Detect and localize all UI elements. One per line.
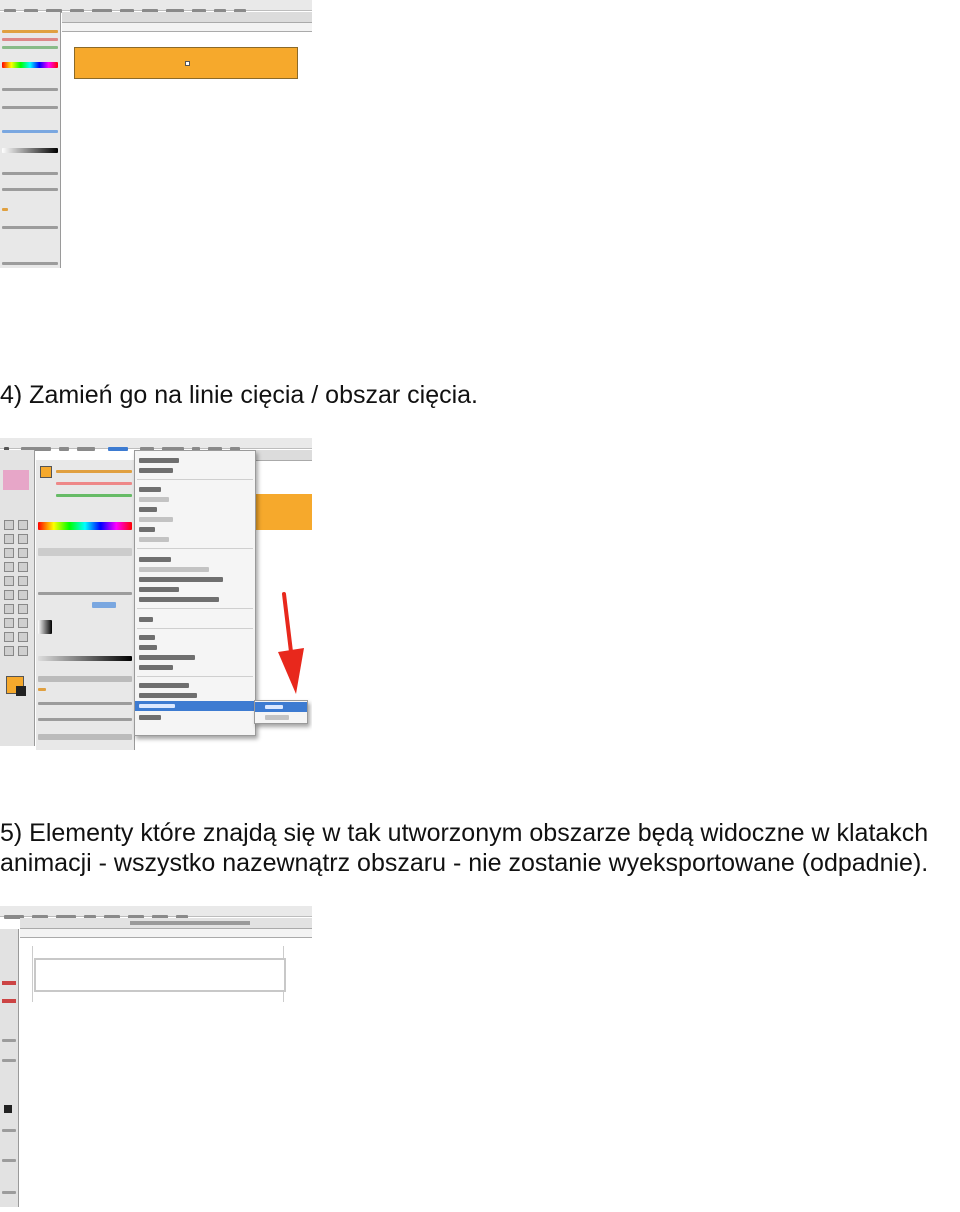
orange-rectangle[interactable] [74, 47, 298, 79]
make-menu-item[interactable] [255, 702, 307, 712]
object-menu[interactable] [134, 450, 256, 736]
screenshot-3 [0, 906, 312, 1208]
screenshot-2 [0, 438, 312, 750]
screenshot-1 [0, 0, 312, 270]
tool-panel [0, 12, 61, 268]
app-menu-bar [0, 438, 312, 451]
tools-panel [0, 929, 19, 1207]
tools-panel [0, 450, 35, 746]
crop-area-submenu[interactable] [254, 700, 308, 724]
crop-area-rectangle[interactable] [34, 958, 286, 992]
step-5-text-line-2: animacji - wszystko nazewnątrz obszaru -… [0, 849, 929, 877]
document-title-bar [256, 450, 312, 461]
ruler [20, 929, 312, 938]
red-arrow-icon [278, 592, 304, 694]
app-menu-bar [0, 0, 312, 13]
step-5-text-line-1: 5) Elementy które znajdą się w tak utwor… [0, 819, 929, 847]
crop-area-menu-item[interactable] [135, 701, 255, 711]
app-menu-bar [0, 906, 312, 919]
step-4-text: 4) Zamień go na linie cięcia / obszar ci… [0, 381, 479, 409]
document-title-bar [62, 12, 312, 23]
document-title-bar [20, 918, 312, 929]
color-panel [36, 460, 135, 750]
ruler [62, 23, 312, 32]
